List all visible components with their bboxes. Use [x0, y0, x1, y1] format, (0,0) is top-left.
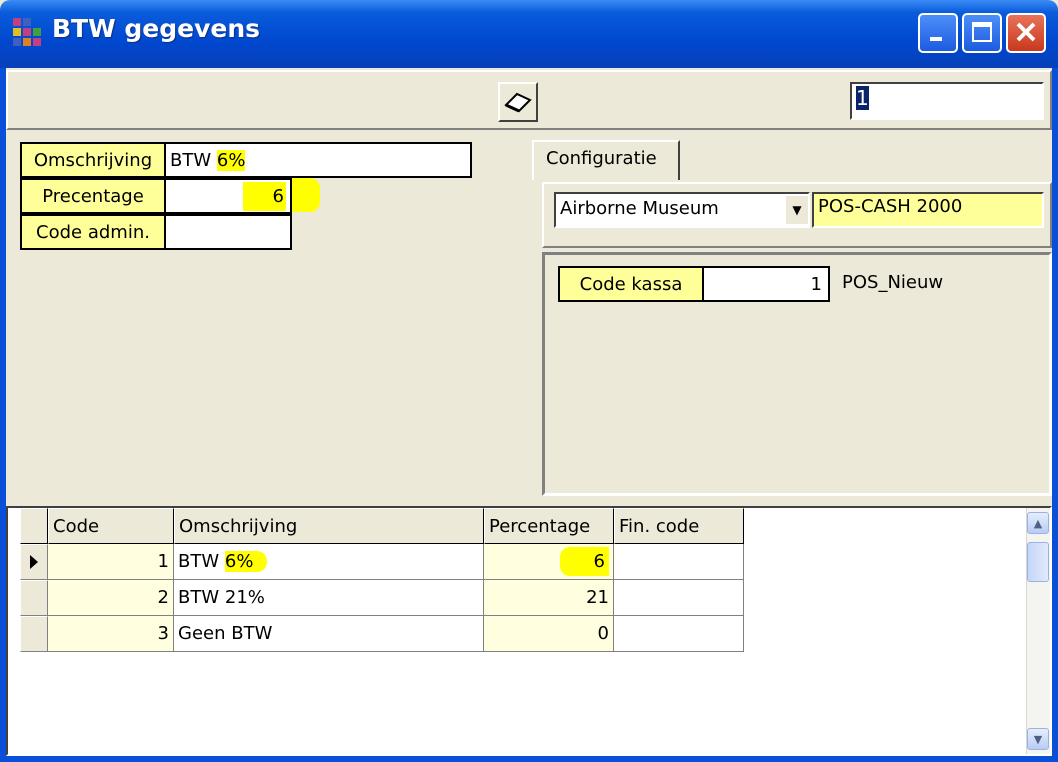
- table-cell-omschrijving[interactable]: BTW 6%: [174, 544, 484, 580]
- code-admin-field[interactable]: [164, 214, 292, 250]
- scroll-up-icon[interactable]: ▲: [1027, 512, 1049, 534]
- table-cell-fin-code[interactable]: [614, 580, 744, 616]
- close-icon: [1016, 22, 1036, 42]
- row-selector[interactable]: [20, 616, 48, 652]
- maximize-icon: [972, 22, 992, 42]
- table-cell-omschrijving[interactable]: Geen BTW: [174, 616, 484, 652]
- eraser-icon: [504, 92, 532, 113]
- system-name-field[interactable]: POS-CASH 2000: [812, 192, 1044, 228]
- table-cell-percentage[interactable]: 6: [484, 544, 614, 580]
- row-selector[interactable]: [20, 580, 48, 616]
- percentage-label: Precentage: [20, 178, 166, 214]
- close-button[interactable]: [1006, 13, 1046, 53]
- kassa-name: POS_Nieuw: [842, 272, 944, 293]
- column-header-code[interactable]: Code: [48, 508, 174, 544]
- cell-highlight: 6%: [224, 551, 268, 572]
- record-number-field[interactable]: 1: [850, 82, 1044, 120]
- table-cell-fin-code[interactable]: [614, 544, 744, 580]
- record-number-value: 1: [856, 86, 869, 110]
- code-admin-label: Code admin.: [20, 214, 166, 250]
- code-kassa-field[interactable]: 1: [702, 266, 830, 302]
- minimize-icon: [930, 37, 942, 41]
- chevron-down-icon[interactable]: ▼: [786, 196, 808, 224]
- window-title: BTW gegevens: [52, 14, 261, 43]
- column-header-fin-code[interactable]: Fin. code: [614, 508, 744, 544]
- percentage-field[interactable]: 6: [164, 178, 292, 214]
- omschrijving-label: Omschrijving: [20, 142, 166, 178]
- row-selector[interactable]: [20, 544, 48, 580]
- omschrijving-field[interactable]: BTW 6%: [164, 142, 472, 178]
- minimize-button[interactable]: [918, 13, 958, 53]
- maximize-button[interactable]: [962, 13, 1002, 53]
- location-select[interactable]: Airborne Museum: [554, 192, 810, 228]
- table-cell-code[interactable]: 2: [48, 580, 174, 616]
- omschrijving-highlight: 6%: [216, 149, 246, 171]
- grid-corner: [20, 508, 48, 544]
- window-frame-bottom: [0, 756, 1058, 762]
- table-cell-code[interactable]: 1: [48, 544, 174, 580]
- table-cell-code[interactable]: 3: [48, 616, 174, 652]
- code-kassa-label: Code kassa: [558, 266, 704, 302]
- column-header-percentage[interactable]: Percentage: [484, 508, 614, 544]
- cell-text: 6: [559, 547, 609, 576]
- table-cell-percentage[interactable]: 21: [484, 580, 614, 616]
- scroll-down-icon[interactable]: ▼: [1027, 728, 1049, 750]
- app-icon[interactable]: [12, 16, 44, 48]
- table-cell-omschrijving[interactable]: BTW 21%: [174, 580, 484, 616]
- omschrijving-value: BTW: [170, 149, 217, 171]
- eraser-button[interactable]: [498, 82, 538, 122]
- percentage-value: 6: [242, 181, 286, 211]
- row-indicator-icon: [30, 555, 38, 569]
- table-cell-fin-code[interactable]: [614, 616, 744, 652]
- scroll-thumb[interactable]: [1027, 542, 1049, 582]
- tab-configuratie[interactable]: Configuratie: [532, 140, 680, 180]
- table-cell-percentage[interactable]: 0: [484, 616, 614, 652]
- highlight-mark: [292, 178, 320, 212]
- cell-text: BTW: [178, 551, 225, 572]
- column-header-omschrijving[interactable]: Omschrijving: [174, 508, 484, 544]
- window-frame-right: [1052, 68, 1058, 762]
